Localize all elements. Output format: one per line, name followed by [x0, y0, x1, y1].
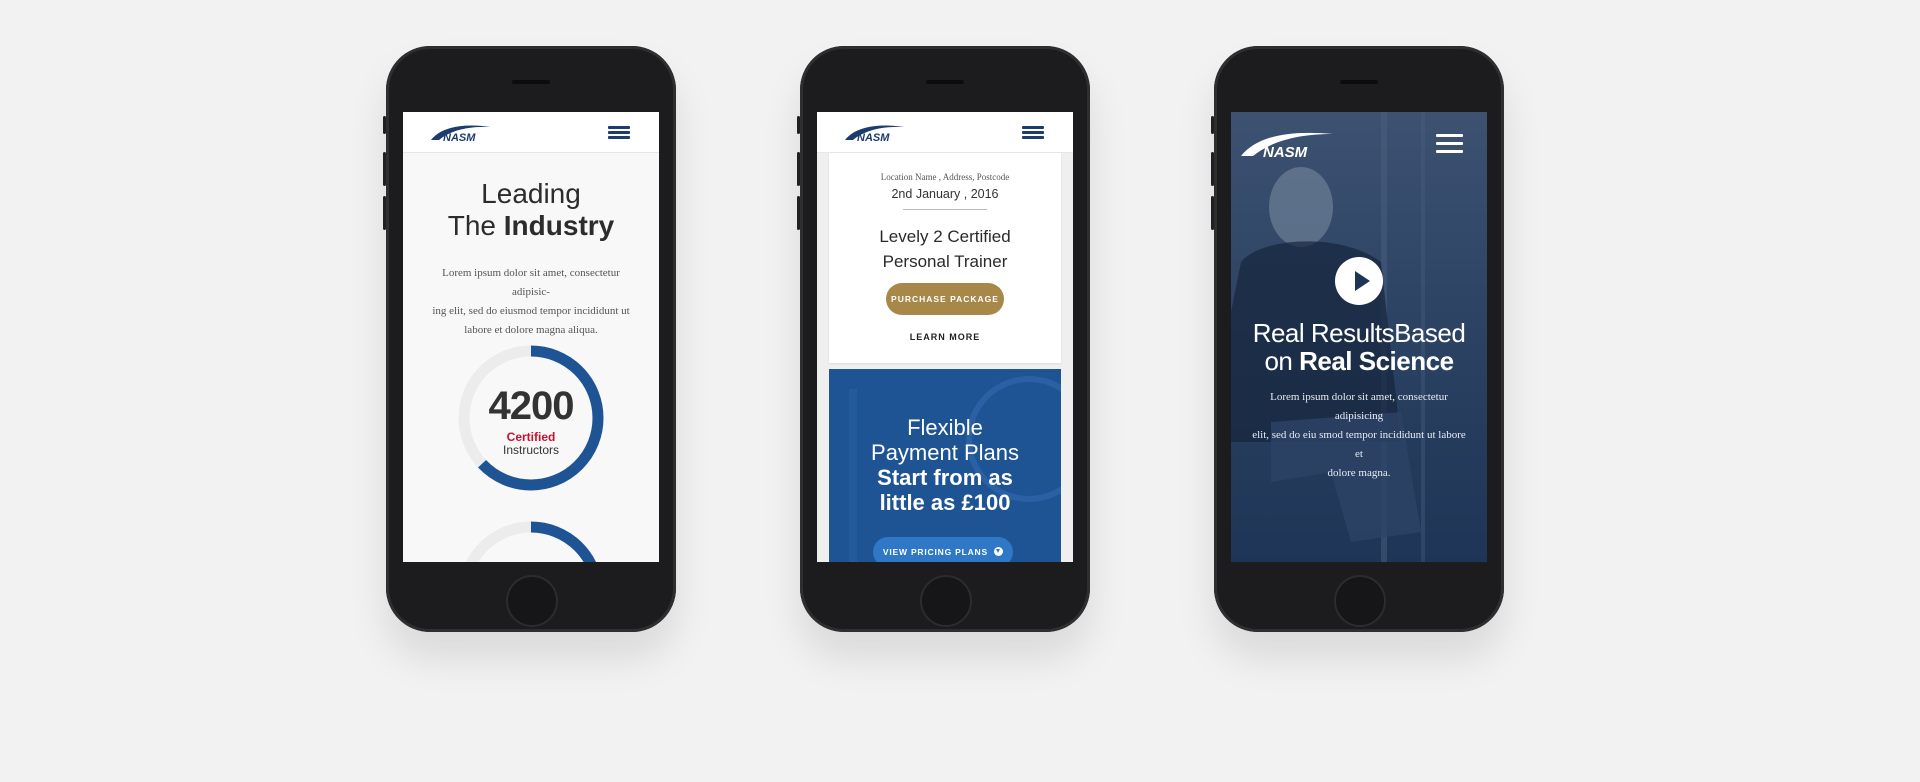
second-stat-donut: [458, 521, 604, 562]
top-navbar: NASM: [817, 112, 1073, 153]
course-title: Levely 2 Certified Personal Trainer: [879, 227, 1011, 271]
screen-leading-industry: NASM Leading The Industry Lorem ipsum do…: [403, 112, 659, 562]
home-button[interactable]: [920, 575, 972, 627]
learn-more-link[interactable]: LEARN MORE: [829, 332, 1061, 342]
heading-line1: Leading: [481, 178, 581, 209]
play-video-icon[interactable]: [1335, 257, 1383, 305]
phone-speaker: [512, 80, 550, 84]
svg-text:NASM: NASM: [857, 132, 890, 143]
phone-mockup-3: NASM Real ResultsBased on Real Science L…: [1211, 46, 1504, 632]
svg-text:NASM: NASM: [443, 132, 476, 143]
promo-title: Flexible Payment Plans: [871, 415, 1019, 465]
phone-mockup-2: NASM Location Name , Address, Postcode 2…: [797, 46, 1090, 632]
home-button[interactable]: [506, 575, 558, 627]
home-button[interactable]: [1334, 575, 1386, 627]
intro-paragraph: Lorem ipsum dolor sit amet, consectetur …: [432, 267, 630, 336]
divider: [903, 209, 987, 210]
screen-course-booking: NASM Location Name , Address, Postcode 2…: [817, 112, 1073, 562]
svg-text:NASM: NASM: [1263, 144, 1308, 160]
phone-speaker: [926, 80, 964, 84]
hamburger-menu-icon[interactable]: [608, 124, 632, 140]
hero-paragraph: Lorem ipsum dolor sit amet, consectetur …: [1252, 391, 1466, 479]
promo-price: Start from as little as £100: [877, 465, 1013, 515]
heading-line2: The Industry: [447, 210, 615, 241]
hero-title-line1: Real ResultsBased: [1252, 318, 1466, 348]
course-date: 2nd January , 2016: [891, 187, 999, 201]
screen-video-hero: NASM Real ResultsBased on Real Science L…: [1231, 112, 1487, 562]
nasm-logo-icon[interactable]: NASM: [843, 121, 909, 143]
phone-mockup-1: NASM Leading The Industry Lorem ipsum do…: [383, 46, 676, 632]
course-location: Location Name , Address, Postcode: [880, 172, 1010, 182]
course-card: Location Name , Address, Postcode 2nd Ja…: [829, 152, 1061, 363]
stat-label-highlight: Certified: [506, 430, 556, 444]
purchase-package-button[interactable]: PURCHASE PACKAGE: [886, 283, 1004, 315]
nasm-logo-icon[interactable]: NASM: [1239, 128, 1335, 160]
hero-title-line2: on Real Science: [1264, 346, 1454, 376]
payment-plans-panel: Flexible Payment Plans Start from as lit…: [829, 369, 1061, 562]
hamburger-menu-icon[interactable]: [1436, 134, 1464, 154]
chevron-down-circle-icon: [994, 547, 1004, 556]
nasm-logo-icon[interactable]: NASM: [429, 121, 495, 143]
hamburger-menu-icon[interactable]: [1022, 124, 1046, 140]
stat-value: 4200: [488, 384, 575, 428]
view-pricing-plans-button[interactable]: VIEW PRICING PLANS: [873, 537, 1013, 562]
phone-speaker: [1340, 80, 1378, 84]
stat-label: Instructors: [502, 443, 559, 457]
top-navbar: NASM: [403, 112, 659, 153]
